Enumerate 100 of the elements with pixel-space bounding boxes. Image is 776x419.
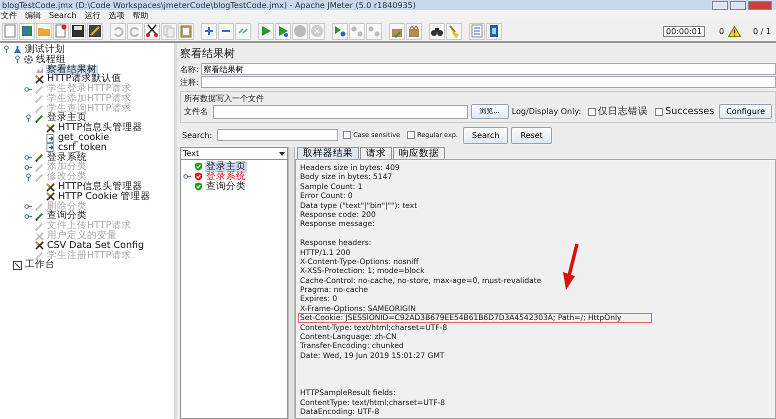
cut-icon bbox=[145, 24, 159, 38]
wrench-icon bbox=[46, 182, 55, 192]
result-tab[interactable]: 取样器结果 bbox=[297, 147, 359, 159]
document-icon bbox=[46, 134, 55, 143]
tree-item[interactable]: 登录主页 bbox=[46, 113, 88, 124]
menu-item[interactable]: Search bbox=[49, 10, 76, 21]
expand-button[interactable] bbox=[201, 22, 217, 40]
workbench-icon bbox=[13, 260, 22, 270]
expand-handle-icon[interactable] bbox=[24, 153, 33, 162]
pencil-icon bbox=[35, 222, 44, 231]
menu-item[interactable]: 运行 bbox=[84, 10, 100, 21]
menu-item[interactable]: 帮助 bbox=[132, 10, 148, 21]
collapse-button[interactable] bbox=[218, 22, 234, 40]
tree-item[interactable]: 测试计划 bbox=[24, 44, 66, 55]
gear-icon bbox=[24, 55, 33, 64]
broom-button[interactable] bbox=[446, 22, 462, 40]
tree-item[interactable]: 线程组 bbox=[35, 54, 67, 65]
clear-button[interactable] bbox=[389, 22, 405, 40]
minimize-button[interactable] bbox=[712, 0, 728, 10]
checkbox-label: 仅日志错误 bbox=[598, 105, 648, 118]
tree-item[interactable]: 察看结果树 bbox=[46, 64, 98, 74]
tree-item[interactable]: 工作台 bbox=[24, 260, 56, 270]
splitter-handle[interactable] bbox=[288, 147, 295, 419]
maximize-button[interactable] bbox=[730, 0, 746, 10]
name-label: 名称: bbox=[180, 64, 199, 74]
paste-button[interactable] bbox=[178, 22, 194, 40]
templates-icon bbox=[20, 24, 34, 38]
renderer-dropdown[interactable]: Text bbox=[180, 147, 288, 160]
checkbox[interactable] bbox=[655, 108, 664, 116]
graph-icon bbox=[35, 64, 44, 74]
close-button[interactable] bbox=[748, 0, 772, 10]
filename-label: 文件名 bbox=[184, 106, 208, 117]
wrench-icon bbox=[35, 74, 44, 84]
collapse-handle-icon[interactable] bbox=[24, 114, 33, 123]
menu-item[interactable]: 编辑 bbox=[25, 10, 41, 21]
checkbox-label: Successes bbox=[665, 106, 714, 117]
start-button[interactable] bbox=[258, 22, 274, 40]
result-tab[interactable]: 响应数据 bbox=[393, 147, 445, 159]
close-file-button[interactable] bbox=[53, 22, 69, 40]
sample-item[interactable]: 登录系统 bbox=[205, 172, 247, 182]
clear-all-button[interactable] bbox=[406, 22, 422, 40]
remote-start-button[interactable] bbox=[332, 22, 348, 40]
menu-item[interactable]: 选项 bbox=[108, 10, 124, 21]
cut-button[interactable] bbox=[144, 22, 160, 40]
start-icon bbox=[259, 24, 273, 38]
result-tab[interactable]: 请求 bbox=[360, 147, 392, 159]
sample-item[interactable]: 查询分类 bbox=[205, 182, 247, 192]
collapse-handle-icon[interactable] bbox=[2, 45, 11, 54]
checkbox[interactable] bbox=[407, 131, 416, 139]
tree-item[interactable]: 登录系统 bbox=[46, 152, 88, 163]
configure-button[interactable]: Configure bbox=[719, 104, 772, 119]
pencil-icon bbox=[35, 153, 44, 162]
expand-handle-icon[interactable] bbox=[183, 172, 192, 182]
flask-icon bbox=[13, 45, 22, 54]
pencil-icon bbox=[35, 212, 44, 221]
tree-item[interactable]: CSV Data Set Config bbox=[46, 240, 145, 251]
save-as-button[interactable] bbox=[87, 22, 103, 40]
sample-item[interactable]: 登录主页 bbox=[205, 162, 247, 172]
name-field[interactable]: 察看结果树 bbox=[200, 63, 776, 75]
search-field[interactable] bbox=[217, 129, 338, 141]
menu-item[interactable]: 文件 bbox=[1, 10, 17, 21]
stop-icon bbox=[293, 24, 307, 38]
toggle-button[interactable] bbox=[235, 22, 251, 40]
expand-handle-icon[interactable] bbox=[24, 212, 33, 221]
comment-field[interactable] bbox=[200, 76, 776, 88]
tree-item[interactable]: 查询分类 bbox=[46, 211, 88, 222]
search-action-button[interactable]: Reset bbox=[511, 126, 552, 144]
help-button[interactable] bbox=[486, 22, 502, 40]
filename-field[interactable] bbox=[213, 104, 468, 118]
function-list-button[interactable] bbox=[469, 22, 485, 40]
remote-shutdown-icon bbox=[367, 24, 381, 38]
save-button[interactable] bbox=[70, 22, 86, 40]
warning-icon[interactable] bbox=[728, 26, 742, 36]
remote-start-icon bbox=[333, 24, 347, 38]
broom-icon bbox=[447, 24, 461, 38]
save-as-icon bbox=[88, 24, 102, 38]
pencil-icon bbox=[35, 94, 44, 104]
new-file-button[interactable] bbox=[2, 22, 18, 40]
collapse-handle-icon[interactable] bbox=[13, 55, 22, 64]
binoculars-button[interactable] bbox=[429, 22, 445, 40]
tree-item[interactable]: csrf_token bbox=[57, 142, 108, 153]
tree-item[interactable]: get_cookie bbox=[57, 133, 110, 144]
tree-item[interactable]: HTTP请求默认值 bbox=[46, 74, 122, 84]
pencil-icon bbox=[35, 202, 44, 212]
panel-title: 察看结果树 bbox=[180, 46, 236, 62]
start-no-pause-icon bbox=[276, 24, 290, 38]
search-label: Search: bbox=[182, 130, 212, 140]
tree-item[interactable]: HTTP信息头管理器 bbox=[57, 123, 144, 134]
help-icon bbox=[487, 24, 501, 38]
checkbox[interactable] bbox=[588, 108, 596, 116]
clear-all-icon bbox=[407, 24, 421, 38]
close-file-icon bbox=[54, 24, 68, 38]
paste-icon bbox=[179, 24, 193, 38]
warning-count: 0 bbox=[718, 26, 724, 36]
search-action-button[interactable]: Search bbox=[462, 126, 508, 144]
templates-button[interactable] bbox=[19, 22, 35, 40]
group-title: 所有数据写入一个文件 bbox=[184, 93, 265, 104]
start-no-pause-button[interactable] bbox=[275, 22, 291, 40]
checkbox[interactable] bbox=[343, 131, 352, 139]
document-icon bbox=[46, 143, 55, 152]
